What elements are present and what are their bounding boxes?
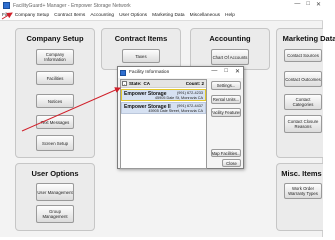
close-button[interactable]: Close xyxy=(222,159,241,167)
panel-title-user-options: User Options xyxy=(31,169,79,178)
main-window: FacilityGuard+ Manager - Empower Storage… xyxy=(0,0,335,237)
dialog-close-icon[interactable]: ✕ xyxy=(235,68,240,75)
title-bar: FacilityGuard+ Manager - Empower Storage… xyxy=(0,0,323,11)
close-icon[interactable]: ✕ xyxy=(316,1,321,8)
contact-categories-button[interactable]: Contact Categories xyxy=(284,94,322,110)
panel-marketing-data: Marketing Data Contact Sources Contact O… xyxy=(276,28,335,158)
text-messages-button[interactable]: Text Messages xyxy=(36,115,74,129)
chart-of-accounts-button[interactable]: Chart Of Accounts xyxy=(211,49,249,65)
dialog-window-controls: — □ ✕ xyxy=(211,68,240,75)
facility-information-dialog: Facility Information — □ ✕ - State: CA C… xyxy=(117,66,244,169)
contact-closure-reasons-button[interactable]: Contact Closure Reasons xyxy=(284,115,322,133)
facility-features-button[interactable]: Facility Features xyxy=(211,108,241,117)
menu-user-options[interactable]: User Options xyxy=(119,13,147,18)
panel-title-misc-items: Misc. Items xyxy=(281,169,322,178)
dialog-app-icon xyxy=(120,69,126,76)
dialog-title-bar: Facility Information — □ ✕ xyxy=(118,67,243,78)
maximize-icon[interactable]: □ xyxy=(306,1,310,8)
panel-title-marketing-data: Marketing Data xyxy=(282,34,335,43)
panel-title-contract-items: Contract Items xyxy=(114,34,168,43)
window-controls: — □ ✕ xyxy=(294,1,321,8)
facilities-button[interactable]: Facilities xyxy=(36,71,74,85)
menu-miscellaneous[interactable]: Miscellaneous xyxy=(190,13,220,18)
facility-list: - State: CA Count: 2 Empower Storage (99… xyxy=(120,79,207,169)
contact-sources-button[interactable]: Contact Sources xyxy=(284,49,322,62)
panel-title-accounting: Accounting xyxy=(209,34,251,43)
panel-user-options: User Options User Management Group Manag… xyxy=(15,163,95,231)
panel-company-setup: Company Setup Company Information Facili… xyxy=(15,28,95,158)
map-facilities-button[interactable]: Map Facilities... xyxy=(211,149,241,157)
contact-outcomes-button[interactable]: Contact Outcomes xyxy=(284,71,322,87)
dialog-title: Facility Information xyxy=(129,70,170,75)
facility-count: Count: 2 xyxy=(185,81,204,86)
menu-accounting[interactable]: Accounting xyxy=(90,13,114,18)
collapse-toggle-icon[interactable]: - xyxy=(122,81,127,86)
state-label: State: xyxy=(129,81,142,86)
app-icon xyxy=(3,2,10,9)
facility-phone: (991) 672-4233 xyxy=(177,91,203,95)
list-group-header[interactable]: - State: CA Count: 2 xyxy=(121,80,206,88)
menu-file[interactable]: File xyxy=(2,13,10,18)
minimize-icon[interactable]: — xyxy=(294,1,300,8)
group-management-button[interactable]: Group Management xyxy=(36,205,74,223)
taxes-button[interactable]: Taxes xyxy=(122,49,160,63)
facility-address: 45905 Dale St, Monrovia CA xyxy=(154,96,203,100)
facility-row[interactable]: Empower Storage (991) 672-4233 45905 Dal… xyxy=(121,89,206,101)
state-value: CA xyxy=(143,81,151,86)
screen-setup-button[interactable]: Screen Setup xyxy=(36,135,74,151)
panel-accounting: Accounting Chart Of Accounts xyxy=(190,28,270,70)
menu-marketing-data[interactable]: Marketing Data xyxy=(152,13,185,18)
menu-bar: File Company Setup Contract Items Accoun… xyxy=(0,11,323,21)
user-management-button[interactable]: User Management xyxy=(36,183,74,201)
panel-contract-items: Contract Items Taxes xyxy=(101,28,181,70)
dialog-minimize-icon[interactable]: — xyxy=(211,68,217,75)
company-information-button[interactable]: Company Information xyxy=(36,49,74,65)
work-order-warranty-types-button[interactable]: Work Order Warranty Types xyxy=(284,183,322,199)
menu-help[interactable]: Help xyxy=(225,13,235,18)
facility-phone: (991) 672-4437 xyxy=(177,104,203,108)
menu-company-setup[interactable]: Company Setup xyxy=(15,13,49,18)
rental-units-button[interactable]: Rental Units... xyxy=(211,95,241,104)
facility-row[interactable]: Empower Storage II (991) 672-4437 45905 … xyxy=(121,102,206,114)
window-title: FacilityGuard+ Manager - Empower Storage… xyxy=(13,2,131,9)
dialog-maximize-icon[interactable]: □ xyxy=(224,68,228,75)
panel-misc-items: Misc. Items Work Order Warranty Types xyxy=(276,163,323,231)
facility-address: 45905 Dale Street, Monrovia CA xyxy=(148,109,203,113)
notices-button[interactable]: Notices xyxy=(36,94,74,108)
panel-title-company-setup: Company Setup xyxy=(26,34,84,43)
menu-contract-items[interactable]: Contract Items xyxy=(54,13,85,18)
settings-button[interactable]: Settings... xyxy=(211,81,241,90)
